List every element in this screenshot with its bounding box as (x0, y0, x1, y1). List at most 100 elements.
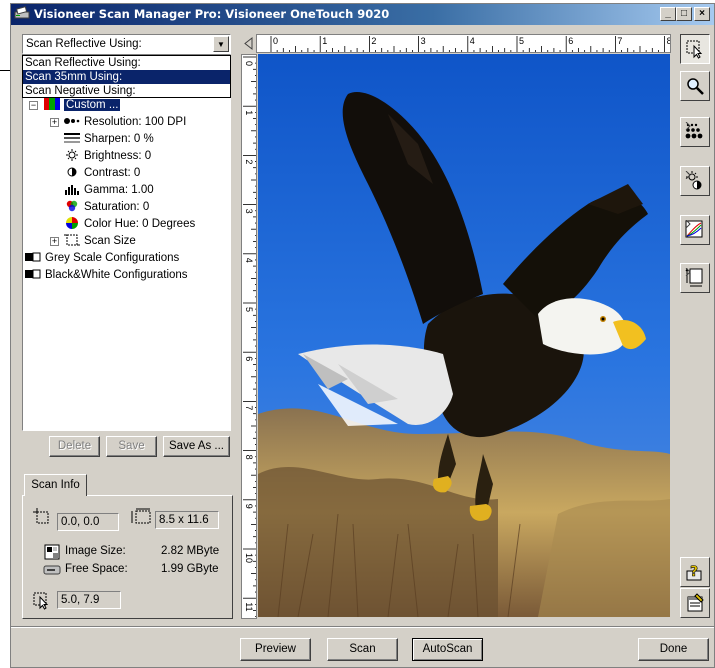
chevron-right-icon (685, 122, 691, 130)
image-size-label: Image Size: (65, 545, 126, 557)
preview-button[interactable]: Preview (240, 638, 311, 661)
scan-dimensions-icon (131, 508, 151, 524)
save-button[interactable]: Save (106, 436, 157, 457)
ruler-label: 10 (244, 553, 254, 563)
ruler-label: 6 (568, 36, 573, 46)
tree-item-resolution[interactable]: Resolution: 100 DPI (64, 114, 186, 130)
horizontal-ruler: 0 1 2 3 4 5 6 7 8 (256, 34, 671, 53)
ruler-label: 6 (244, 356, 254, 361)
ruler-label: 8 (667, 36, 671, 46)
free-space-value: 1.99 GByte (161, 563, 219, 575)
select-tool-button[interactable] (680, 34, 710, 64)
tree-item-gamma[interactable]: Gamma: 1.00 (64, 182, 154, 198)
tree-item-label: Saturation: 0 (84, 201, 150, 213)
expand-scan-size-toggle[interactable]: + (50, 237, 59, 246)
done-button[interactable]: Done (638, 638, 709, 661)
magnifier-icon (687, 78, 704, 95)
scan-button[interactable]: Scan (327, 638, 398, 661)
resolution-tool-button[interactable] (680, 117, 710, 147)
tree-item-brightness[interactable]: Brightness: 0 (64, 148, 151, 164)
expand-resolution-toggle[interactable]: + (50, 118, 59, 127)
tree-item-label: Contrast: 0 (84, 167, 141, 179)
tab-scan-info[interactable]: Scan Info (24, 474, 87, 496)
scan-manager-window: Visioneer Scan Manager Pro: Visioneer On… (10, 3, 715, 668)
scan-mode-selected: Scan Reflective Using: (26, 38, 142, 50)
help-tool-button[interactable]: ? (680, 557, 710, 587)
tree-item-sharpen[interactable]: Sharpen: 0 % (64, 131, 154, 147)
ruler-label: 2 (244, 159, 254, 164)
ruler-label: 5 (244, 307, 254, 312)
vertical-ruler: 0 1 2 3 4 5 6 7 8 9 10 11 (241, 54, 257, 619)
ruler-label: 1 (244, 110, 254, 115)
ruler-label: 3 (421, 36, 426, 46)
free-space-label: Free Space: (65, 563, 128, 575)
tree-item-color-hue[interactable]: Color Hue: 0 Degrees (64, 216, 195, 232)
chevron-right-icon (685, 171, 691, 179)
settings-tool-button[interactable] (680, 588, 710, 618)
ruler-scroll-left-icon[interactable] (241, 34, 257, 53)
ruler-label: 7 (617, 36, 622, 46)
ruler-label: 4 (244, 258, 254, 263)
chevron-down-icon[interactable]: ▼ (213, 36, 229, 52)
zoom-tool-button[interactable] (680, 71, 710, 101)
tree-item-grey-scale[interactable]: Grey Scale Configurations (25, 250, 179, 266)
ruler-label: 0 (273, 36, 278, 46)
notepad-settings-icon (687, 593, 704, 612)
autoscan-button[interactable]: AutoScan (412, 638, 483, 661)
minimize-button[interactable]: _ (660, 7, 676, 21)
cursor-position-icon (33, 592, 49, 610)
title-bar[interactable]: Visioneer Scan Manager Pro: Visioneer On… (11, 4, 714, 25)
maximize-button[interactable]: □ (676, 7, 692, 21)
collapse-custom-toggle[interactable]: − (29, 101, 38, 110)
svg-text:?: ? (690, 564, 698, 580)
image-size-value: 2.82 MByte (161, 545, 220, 557)
scan-preview-area[interactable] (258, 54, 670, 617)
scan-mode-dropdown-list[interactable]: Scan Reflective Using: Scan 35mm Using: … (22, 55, 231, 98)
delete-button[interactable]: Delete (49, 436, 100, 457)
ruler-corner (241, 34, 257, 53)
image-size-icon (44, 544, 60, 560)
resolution-icon (64, 118, 80, 124)
tree-item-contrast[interactable]: Contrast: 0 (64, 165, 140, 181)
tree-item-label: Sharpen: 0 % (84, 133, 154, 145)
selection-cursor-icon (686, 40, 703, 59)
ruler-label: 11 (244, 602, 254, 611)
ruler-label: 1 (322, 36, 327, 46)
chevron-right-icon (685, 220, 691, 228)
cursor-position-field: 5.0, 7.9 (57, 591, 121, 609)
saturation-icon (66, 200, 78, 212)
gamma-icon (65, 185, 79, 195)
tree-item-label: Brightness: 0 (84, 150, 152, 162)
scan-mode-option-35mm[interactable]: Scan 35mm Using: (23, 70, 230, 84)
tree-item-custom[interactable]: Custom ... (44, 97, 121, 113)
scan-mode-option-reflective[interactable]: Scan Reflective Using: (23, 56, 230, 70)
scan-mode-option-negative[interactable]: Scan Negative Using: (23, 84, 230, 98)
tree-item-scan-size[interactable]: Scan Size (64, 233, 136, 249)
tree-item-saturation[interactable]: Saturation: 0 (64, 199, 149, 215)
save-as-button[interactable]: Save As ... (163, 436, 230, 457)
scan-size-tool-button[interactable] (680, 263, 710, 293)
tree-item-label: Scan Size (84, 235, 136, 247)
scanner-app-icon (14, 6, 30, 19)
configuration-tree[interactable]: − Custom ... + Resolution: 100 DPI Sharp… (22, 54, 231, 431)
ruler-label: 8 (244, 455, 254, 460)
eagle-preview-image (258, 54, 670, 617)
origin-field: 0.0, 0.0 (57, 513, 119, 531)
brightness-icon (66, 149, 78, 161)
ruler-label: 4 (470, 36, 475, 46)
tree-item-label: Color Hue: 0 Degrees (84, 218, 196, 230)
color-hue-icon (66, 217, 78, 229)
color-curve-tool-button[interactable] (680, 215, 710, 245)
ruler-label: 2 (371, 36, 376, 46)
scan-dimensions-field: 8.5 x 11.6 (155, 511, 219, 529)
chevron-right-icon (685, 268, 691, 276)
brightness-contrast-tool-button[interactable] (680, 166, 710, 196)
ruler-label: 3 (244, 209, 254, 214)
tree-item-black-white[interactable]: Black&White Configurations (25, 267, 188, 283)
close-button[interactable]: × (694, 7, 710, 21)
scan-mode-combo[interactable]: Scan Reflective Using: ▼ (22, 34, 231, 54)
sharpen-icon (64, 133, 80, 143)
contrast-icon (67, 167, 77, 177)
grey-config-icon (25, 252, 41, 262)
tree-item-label: Black&White Configurations (45, 269, 188, 281)
